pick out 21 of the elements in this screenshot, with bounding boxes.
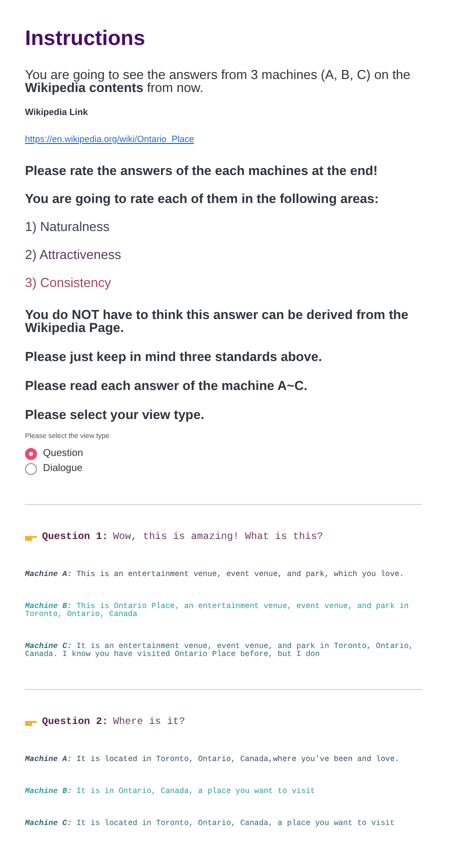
instruction-text: Please rate the answers of the each machines at the end! [25,164,379,178]
page-title: Instructions [25,26,146,52]
criterion-text: 3) Consistency [25,276,112,290]
instruction-text: Please select your view type. [25,408,206,422]
instruction-text: Please just keep in mind three standards above. [25,350,323,364]
radio-button[interactable] [25,448,37,460]
question-text: Where is it? [113,716,186,730]
section-label: Wikipedia Link [25,106,89,120]
radio-button[interactable] [25,462,37,475]
radio-option[interactable]: Question [25,446,84,461]
intro-text: You are going to see the answers from 3 machines (A, B, C) on the Wikipedia contents from now. [25,68,412,94]
question-text: Wow, this is amazing! What is this? [113,530,324,545]
question-label: Question 1: [42,530,108,545]
instruction-text: You do NOT have to think this answer can be derived from the Wikipedia Page. [25,308,410,334]
radio-option[interactable]: Dialogue [25,462,82,476]
criterion-text: 1) Naturalness [25,220,111,234]
wikipedia-link[interactable]: https://en.wikipedia.org/wiki/Ontario_Place [25,132,194,146]
instruction-text: You are going to rate each of them in the following areas: [25,192,380,206]
criterion-text: 2) Attractiveness [25,248,122,262]
question-label: Question 2: [42,716,108,730]
instruction-text: Please read each answer of the machine A~C. [25,379,308,392]
